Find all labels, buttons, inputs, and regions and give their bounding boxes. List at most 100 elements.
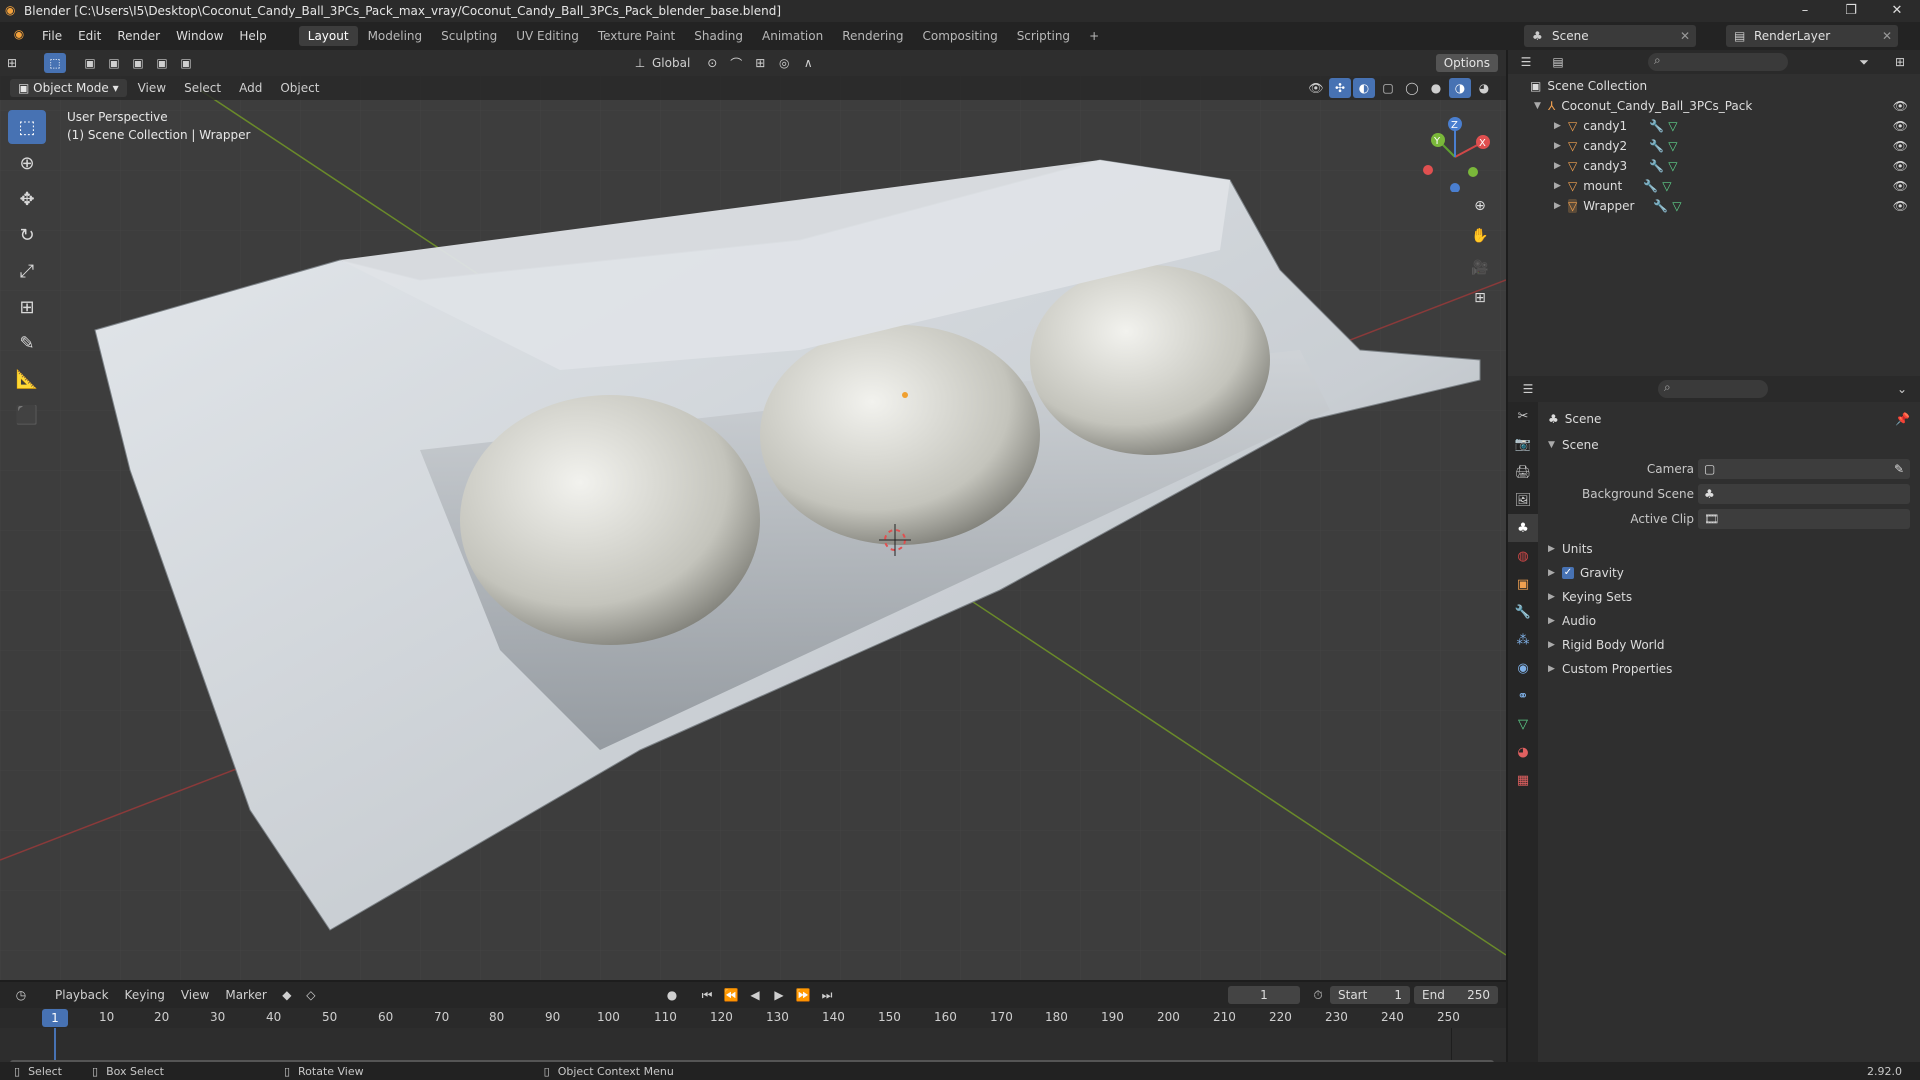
- background-scene-field[interactable]: ♣: [1698, 484, 1910, 504]
- texture-tab-icon[interactable]: ▦: [1508, 766, 1538, 794]
- eye-icon[interactable]: 👁: [1893, 119, 1908, 133]
- renderlayer-selector[interactable]: ▤ RenderLayer ✕: [1726, 25, 1898, 47]
- maximize-button[interactable]: ❐: [1828, 0, 1874, 22]
- move-tool-icon[interactable]: ✥: [8, 182, 46, 216]
- select-menu[interactable]: Select: [175, 81, 230, 95]
- expand-icon[interactable]: ▶: [1548, 592, 1562, 602]
- timeline[interactable]: ◷ Playback Keying View Marker ◆ ◇ ● ⏮ ⏪ …: [0, 982, 1506, 1070]
- perspective-toggle-icon[interactable]: ⊞: [1466, 284, 1494, 312]
- audio-panel[interactable]: ▶ Audio: [1538, 610, 1920, 632]
- outliner-row-mount[interactable]: ▶ ▽ mount 🔧 ▽ 👁: [1508, 176, 1920, 196]
- expand-icon[interactable]: ▶: [1548, 616, 1562, 626]
- pan-hand-icon[interactable]: ✋: [1466, 222, 1494, 250]
- annotate-tool-icon[interactable]: ✎: [8, 326, 46, 360]
- scene-selector[interactable]: ♣ Scene ✕: [1524, 25, 1696, 47]
- expand-icon[interactable]: ▶: [1548, 544, 1562, 554]
- gizmo-toggle-icon[interactable]: ✣: [1329, 78, 1351, 98]
- material-tab-icon[interactable]: ◕: [1508, 738, 1538, 766]
- physics-tab-icon[interactable]: ◉: [1508, 654, 1538, 682]
- expand-icon[interactable]: ▶: [1554, 141, 1568, 151]
- display-mode-icon[interactable]: ▤: [1547, 52, 1569, 72]
- rendered-shading-icon[interactable]: ◕: [1473, 78, 1495, 98]
- current-frame-indicator[interactable]: 1: [42, 1009, 68, 1027]
- data-tab-icon[interactable]: ▽: [1508, 710, 1538, 738]
- record-icon[interactable]: ●: [661, 985, 683, 1005]
- tab-shading[interactable]: Shading: [685, 26, 752, 46]
- falloff-icon[interactable]: ∧: [797, 53, 819, 73]
- tab-scripting[interactable]: Scripting: [1008, 26, 1079, 46]
- timeline-view-menu[interactable]: View: [173, 988, 217, 1002]
- particles-tab-icon[interactable]: ⁂: [1508, 626, 1538, 654]
- expand-icon[interactable]: ▼: [1534, 101, 1548, 111]
- rotate-tool-icon[interactable]: ↻: [8, 218, 46, 252]
- render-tab-icon[interactable]: 📷: [1508, 430, 1538, 458]
- candy-ball-2[interactable]: [760, 325, 1040, 545]
- tab-texture-paint[interactable]: Texture Paint: [589, 26, 684, 46]
- xray-toggle-icon[interactable]: ▢: [1377, 78, 1399, 98]
- snap-icon[interactable]: ⌒: [725, 53, 747, 73]
- view-menu[interactable]: View: [129, 81, 175, 95]
- expand-icon[interactable]: ▼: [1548, 440, 1562, 450]
- candy-ball-1[interactable]: [460, 395, 760, 645]
- object-mode-dropdown[interactable]: ▣ Object Mode ▾: [10, 79, 127, 97]
- gizmo-neg-y[interactable]: [1468, 167, 1478, 177]
- keyframe-icon[interactable]: ◆: [276, 985, 298, 1005]
- orientation-dropdown[interactable]: Global: [652, 56, 690, 70]
- eyedropper-icon[interactable]: ✎: [1894, 462, 1904, 476]
- end-frame-field[interactable]: End 250: [1414, 986, 1498, 1004]
- gravity-checkbox[interactable]: ✓: [1562, 567, 1574, 579]
- tab-uv-editing[interactable]: UV Editing: [507, 26, 588, 46]
- active-clip-field[interactable]: 🎞: [1698, 509, 1910, 529]
- properties-search-input[interactable]: ⌕: [1658, 380, 1768, 398]
- minimize-button[interactable]: –: [1782, 0, 1828, 22]
- menu-window[interactable]: Window: [168, 29, 231, 43]
- outliner-editor-icon[interactable]: ☰: [1515, 52, 1537, 72]
- properties-editor-icon[interactable]: ☰: [1517, 379, 1539, 399]
- candy-ball-3[interactable]: [1030, 265, 1270, 455]
- current-frame-field[interactable]: 1: [1228, 986, 1300, 1004]
- next-keyframe-icon[interactable]: ⏩: [792, 985, 814, 1005]
- outliner-search-input[interactable]: ⌕: [1648, 53, 1788, 71]
- new-collection-icon[interactable]: ⊞: [1889, 52, 1911, 72]
- tab-sculpting[interactable]: Sculpting: [432, 26, 506, 46]
- units-panel[interactable]: ▶ Units: [1538, 538, 1920, 560]
- 3d-viewport[interactable]: ⊞ ⬚ ▣ ▣ ▣ ▣ ▣ ⊥ Global ⊙ ⌒ ⊞ ◎ ∧ Options…: [0, 50, 1506, 980]
- play-reverse-icon[interactable]: ◀: [744, 985, 766, 1005]
- playback-menu[interactable]: Playback: [47, 988, 117, 1002]
- tab-rendering[interactable]: Rendering: [833, 26, 912, 46]
- jump-end-icon[interactable]: ⏭: [816, 985, 838, 1005]
- menu-file[interactable]: File: [34, 29, 70, 43]
- scene-tab-icon[interactable]: ♣: [1508, 514, 1538, 542]
- view-layer-tab-icon[interactable]: 🖼: [1508, 486, 1538, 514]
- gravity-panel[interactable]: ▶ ✓ Gravity: [1538, 562, 1920, 584]
- outliner-row-collection[interactable]: ▼ ⅄ Coconut_Candy_Ball_3PCs_Pack 👁: [1508, 96, 1920, 116]
- outliner-row-scene-collection[interactable]: ▣ Scene Collection: [1508, 76, 1920, 96]
- expand-icon[interactable]: ▶: [1548, 568, 1562, 578]
- visibility-icon[interactable]: 👁: [1305, 78, 1327, 98]
- add-workspace-button[interactable]: +: [1080, 26, 1108, 46]
- select-mode-extend-icon[interactable]: ▣: [103, 53, 125, 73]
- chevron-down-icon[interactable]: ⌄: [1891, 379, 1913, 399]
- eye-icon[interactable]: 👁: [1893, 159, 1908, 173]
- expand-icon[interactable]: ▶: [1554, 121, 1568, 131]
- keyframe-insert-icon[interactable]: ◇: [300, 985, 322, 1005]
- eye-icon[interactable]: 👁: [1893, 179, 1908, 193]
- select-box-tool-icon[interactable]: ⬚: [8, 110, 46, 144]
- rigid-body-world-panel[interactable]: ▶ Rigid Body World: [1538, 634, 1920, 656]
- close-button[interactable]: ✕: [1874, 0, 1920, 22]
- tab-compositing[interactable]: Compositing: [913, 26, 1006, 46]
- filter-icon[interactable]: ⏷: [1853, 52, 1875, 72]
- tab-layout[interactable]: Layout: [298, 26, 358, 46]
- zoom-icon[interactable]: ⊕: [1466, 192, 1494, 220]
- expand-icon[interactable]: ▶: [1554, 161, 1568, 171]
- expand-icon[interactable]: ▶: [1548, 640, 1562, 650]
- overlay-toggle-icon[interactable]: ◐: [1353, 78, 1375, 98]
- add-menu[interactable]: Add: [230, 81, 271, 95]
- material-shading-icon[interactable]: ◑: [1449, 78, 1471, 98]
- expand-icon[interactable]: ▶: [1554, 201, 1568, 211]
- proportional-edit-icon[interactable]: ◎: [773, 53, 795, 73]
- eye-icon[interactable]: 👁: [1893, 199, 1908, 213]
- scale-tool-icon[interactable]: ⤢: [8, 254, 46, 288]
- blender-menu-icon[interactable]: ◉: [10, 27, 28, 45]
- custom-properties-panel[interactable]: ▶ Custom Properties: [1538, 658, 1920, 680]
